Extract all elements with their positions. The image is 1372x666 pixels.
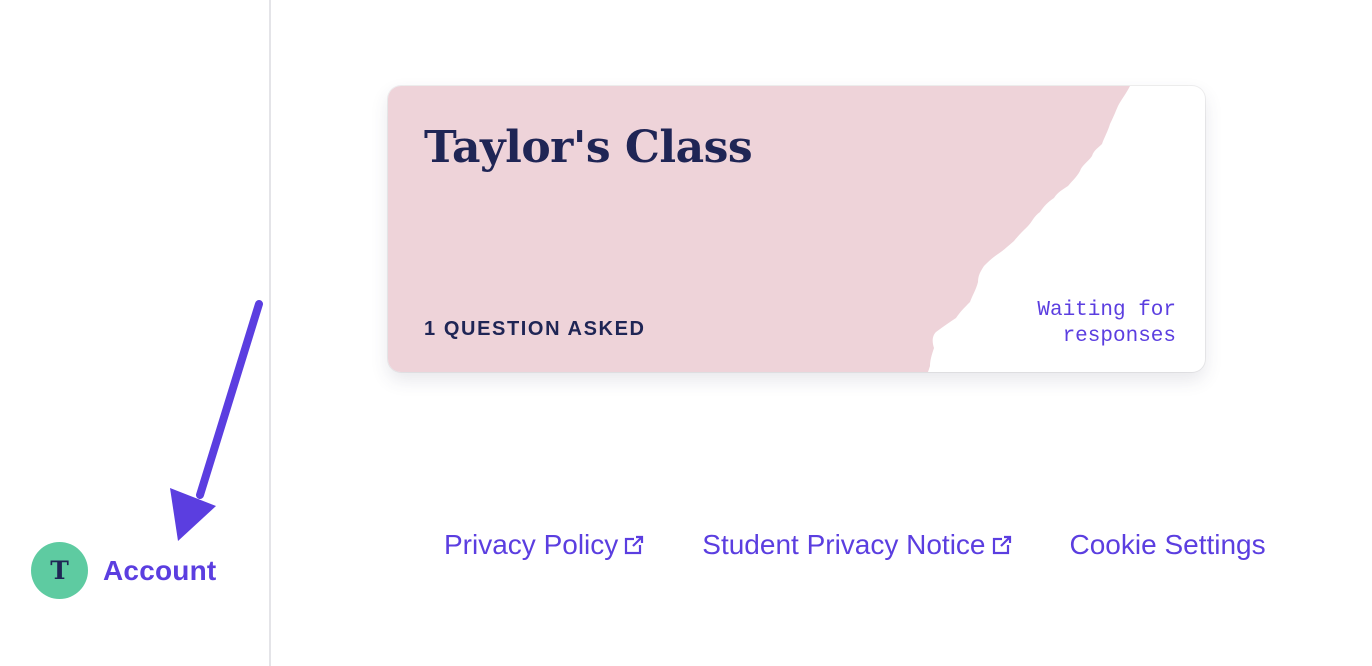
external-link-icon bbox=[625, 535, 644, 555]
class-card[interactable]: Taylor's Class 1 QUESTION ASKED Waiting … bbox=[388, 86, 1205, 372]
account-link[interactable]: T Account bbox=[31, 542, 216, 599]
status-line-1: Waiting for bbox=[1037, 299, 1176, 322]
status-line-2: responses bbox=[1062, 325, 1176, 348]
footer-links: Privacy Policy Student Privacy Notice Co… bbox=[444, 526, 1266, 564]
questions-count: 1 QUESTION ASKED bbox=[424, 318, 646, 340]
cookie-settings-link[interactable]: Cookie Settings bbox=[1070, 529, 1266, 561]
student-privacy-notice-label: Student Privacy Notice bbox=[702, 529, 986, 560]
status-text: Waiting for responses bbox=[956, 298, 1176, 350]
class-title: Taylor's Class bbox=[424, 122, 753, 173]
privacy-policy-link[interactable]: Privacy Policy bbox=[444, 529, 644, 561]
avatar: T bbox=[31, 542, 88, 599]
privacy-policy-label: Privacy Policy bbox=[444, 529, 619, 560]
avatar-initial: T bbox=[50, 556, 69, 585]
cookie-settings-label: Cookie Settings bbox=[1069, 529, 1266, 560]
external-link-icon bbox=[992, 535, 1011, 555]
sidebar: T Account bbox=[0, 0, 271, 666]
account-label: Account bbox=[103, 554, 217, 586]
student-privacy-notice-link[interactable]: Student Privacy Notice bbox=[702, 529, 1011, 561]
